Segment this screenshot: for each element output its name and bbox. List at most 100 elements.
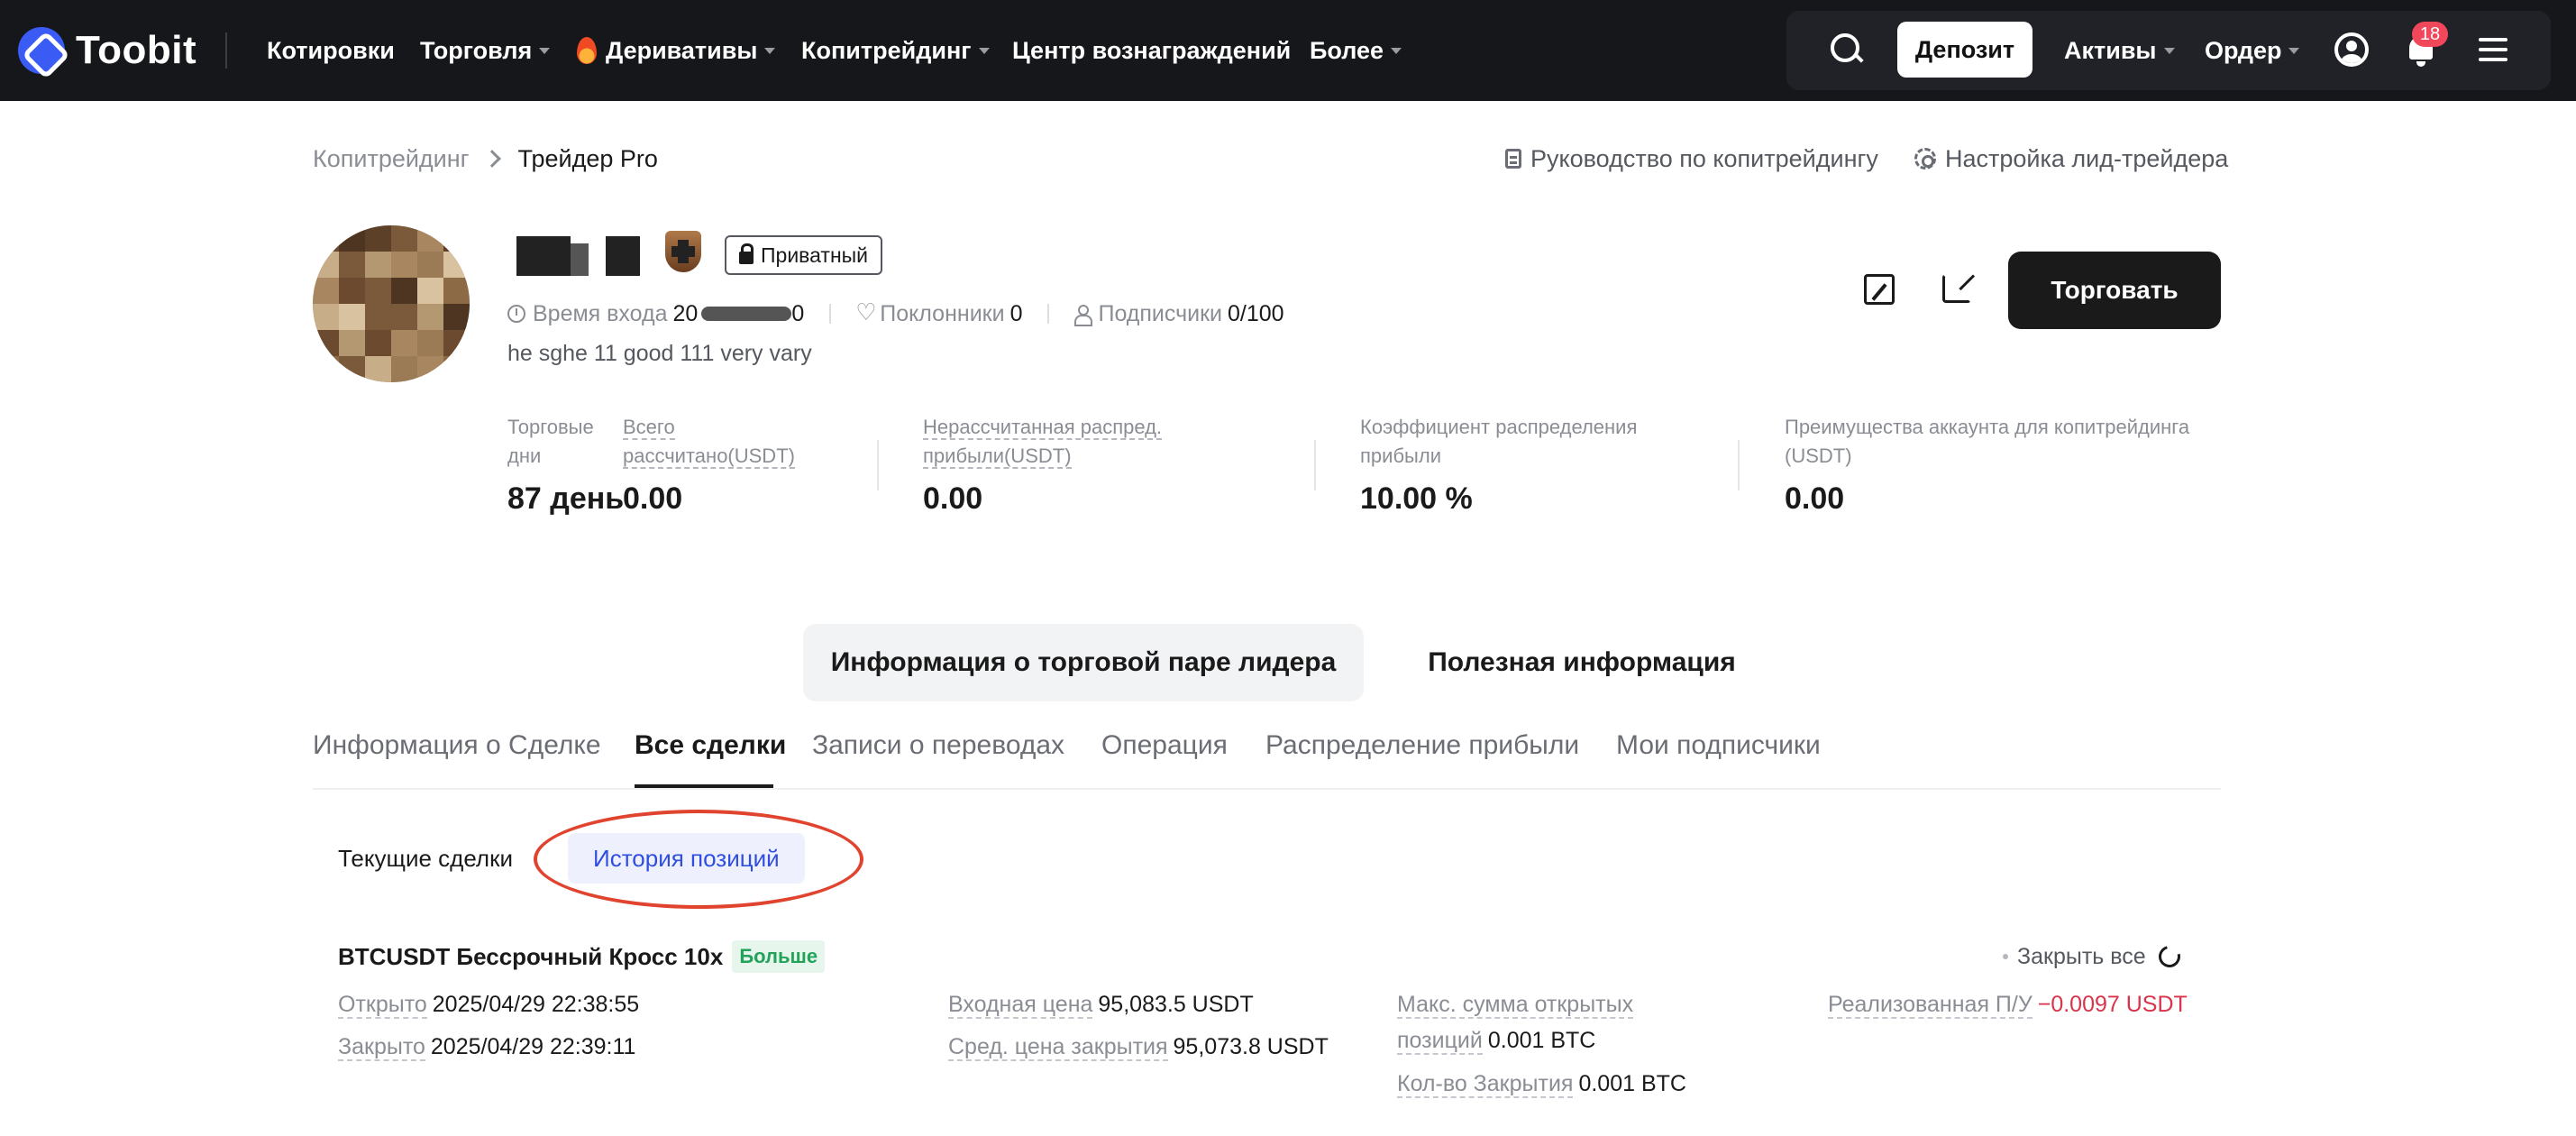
- stat-label[interactable]: Нерассчитанная распред. прибыли(USDT): [923, 413, 1184, 471]
- fans-count: 0: [1009, 300, 1023, 326]
- trade-button[interactable]: Торговать: [2008, 252, 2221, 329]
- chevron-down-icon: [539, 47, 551, 54]
- share-icon[interactable]: [1942, 274, 1971, 303]
- field-label: позиций: [1397, 1028, 1483, 1055]
- field-label: Закрыто: [338, 1034, 425, 1061]
- stat-unsettled-profit-share: Нерассчитанная распред. прибыли(USDT) 0.…: [923, 413, 1184, 517]
- toobit-logo[interactable]: Toobit: [18, 25, 196, 76]
- tab-trade-info[interactable]: Информация о Сделке: [313, 730, 601, 781]
- fire-icon: [577, 37, 597, 64]
- private-label: Приватный: [761, 243, 869, 267]
- subscribers-label: Подписчики: [1098, 300, 1222, 326]
- trader-name-redacted: [606, 236, 640, 276]
- breadcrumb-copytrading-link[interactable]: Копитрейдинг: [313, 145, 470, 173]
- tab-leader-pair-info[interactable]: Информация о торговой паре лидера: [803, 624, 1364, 701]
- position-title: BTCUSDT Бессрочный Кросс 10x Больше: [338, 939, 826, 974]
- nav-copytrading[interactable]: Копитрейдинг: [801, 31, 990, 70]
- realized-pnl: Реализованная П/У −0.0097 USDT: [1828, 988, 2188, 1021]
- chevron-down-icon: [978, 47, 990, 54]
- stat-value: 10.00 %: [1360, 481, 1473, 516]
- clock-icon: [507, 305, 525, 323]
- nav-rewards-center[interactable]: Центр вознаграждений: [1012, 31, 1291, 70]
- field-label: Сред. цена закрытия: [948, 1034, 1168, 1061]
- field-label: Открыто: [338, 992, 427, 1019]
- nav-derivatives-label: Деривативы: [606, 37, 758, 64]
- field-value: 0.001 BTC: [1578, 1071, 1686, 1096]
- nav-derivatives[interactable]: Деривативы: [577, 31, 776, 70]
- stat-label: Коэффициент распределения прибыли: [1360, 416, 1638, 467]
- nav-quotes[interactable]: Котировки: [267, 31, 395, 70]
- stat-label[interactable]: Всего рассчитано(USDT): [623, 413, 803, 471]
- lead-trader-settings-link[interactable]: Настройка лид-трейдера: [1914, 141, 2228, 177]
- field-label: Реализованная П/У: [1828, 992, 2032, 1019]
- stat-value: 87 день: [507, 481, 625, 516]
- profile-meta-row: Время входа 20 0 Поклонники 0 Подписчики…: [507, 298, 1284, 330]
- nav-assets[interactable]: Активы: [2064, 31, 2175, 70]
- tab-useful-info[interactable]: Полезная информация: [1406, 624, 1758, 701]
- field-label: Кол-во Закрытия: [1397, 1071, 1574, 1098]
- chevron-down-icon: [764, 47, 776, 54]
- nav-trade[interactable]: Торговля: [420, 31, 551, 70]
- tab-all-trades[interactable]: Все сделки: [635, 730, 786, 781]
- private-badge: Приватный: [725, 235, 883, 275]
- chevron-down-icon: [1391, 47, 1402, 54]
- nav-orders[interactable]: Ордер: [2205, 31, 2300, 70]
- max-open-position-cont: позиций 0.001 BTC: [1397, 1024, 1595, 1057]
- user-account-icon[interactable]: [2334, 32, 2369, 67]
- tab-my-subscribers[interactable]: Мои подписчики: [1616, 730, 1821, 781]
- breadcrumb: Копитрейдинг Трейдер Pro: [313, 141, 658, 177]
- nav-trade-label: Торговля: [420, 37, 533, 64]
- field-value: 95,073.8 USDT: [1173, 1034, 1329, 1059]
- field-value: 0.001 BTC: [1487, 1028, 1596, 1053]
- lock-icon: [739, 243, 754, 264]
- stat-profit-share-ratio: Коэффициент распределения прибыли 10.00 …: [1360, 413, 1694, 517]
- avg-close-price: Сред. цена закрытия 95,073.8 USDT: [948, 1031, 1329, 1063]
- tab-profit-distribution[interactable]: Распределение прибыли: [1265, 730, 1579, 781]
- nav-divider: [225, 32, 227, 69]
- trader-medal-icon: [658, 227, 708, 278]
- subscribers-count: 0/100: [1228, 300, 1284, 326]
- stat-value: 0.00: [923, 481, 983, 516]
- gear-icon: [1914, 148, 1936, 169]
- close-all-label: Закрыть все: [2017, 943, 2146, 969]
- field-value: 95,083.5 USDT: [1098, 992, 1254, 1017]
- max-open-position: Макс. сумма открытых: [1397, 988, 1634, 1021]
- nav-assets-label: Активы: [2064, 37, 2157, 64]
- nav-rewards-label: Центр вознаграждений: [1012, 37, 1292, 64]
- deposit-button[interactable]: Депозит: [1897, 22, 2032, 78]
- field-value: −0.0097 USDT: [2037, 992, 2188, 1017]
- bullet-dot: [2003, 954, 2008, 959]
- stat-value: 0.00: [623, 481, 683, 516]
- join-time-value: 20: [672, 300, 699, 326]
- hamburger-menu-icon[interactable]: [2479, 36, 2507, 63]
- active-tab-indicator: [635, 784, 773, 788]
- tab-transfer-records[interactable]: Записи о переводах: [812, 730, 1064, 781]
- fans-label: Поклонники: [880, 300, 1005, 326]
- position-symbol: BTCUSDT Бессрочный Кросс 10x: [338, 942, 724, 970]
- notification-badge: 18: [2412, 22, 2448, 47]
- avatar: [313, 225, 470, 382]
- divider: [1738, 440, 1740, 490]
- close-all-button[interactable]: Закрыть все: [2003, 939, 2185, 974]
- search-icon[interactable]: [1828, 31, 1864, 67]
- stat-total-settled: Всего рассчитано(USDT) 0.00: [623, 413, 803, 517]
- edit-icon[interactable]: [1864, 274, 1895, 305]
- copytrading-guide-link[interactable]: Руководство по копитрейдингу: [1505, 141, 1878, 177]
- field-label: Макс. сумма открытых: [1397, 992, 1634, 1019]
- chevron-down-icon: [2288, 47, 2300, 54]
- position-side-badge: Больше: [732, 940, 826, 973]
- chevron-right-icon: [482, 150, 501, 168]
- heart-icon: [855, 298, 876, 326]
- field-value: 2025/04/29 22:38:55: [432, 992, 640, 1017]
- join-time-label: Время входа: [533, 300, 668, 326]
- divider: [1314, 440, 1316, 490]
- subtab-current-trades[interactable]: Текущие сделки: [338, 833, 513, 884]
- trader-name-redacted: [571, 243, 589, 276]
- refresh-icon[interactable]: [2154, 941, 2185, 972]
- person-icon: [1074, 305, 1093, 326]
- stat-account-equity: Преимущества аккаунта для копитрейдинга …: [1785, 413, 2221, 517]
- nav-more[interactable]: Более: [1310, 31, 1402, 70]
- divider: [1047, 304, 1050, 324]
- tab-operations[interactable]: Операция: [1101, 730, 1228, 781]
- divider: [877, 440, 879, 490]
